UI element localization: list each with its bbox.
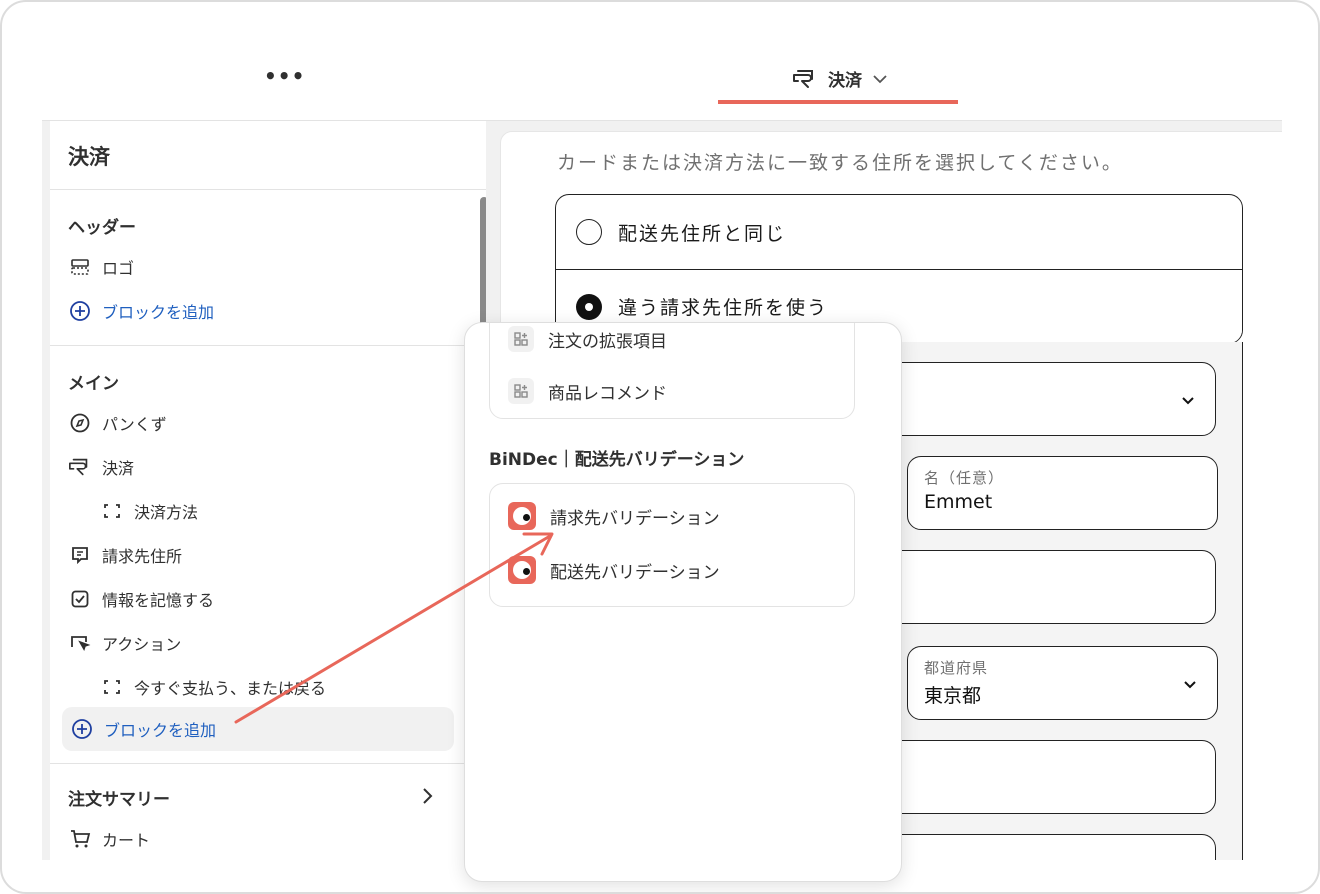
radio-label: 配送先住所と同じ (618, 222, 787, 245)
field-label: 都道府県 (924, 659, 989, 677)
sidebar-item-label: 決済 (102, 459, 135, 478)
sidebar-item-breadcrumb[interactable]: パンくず (68, 409, 167, 437)
sidebar-item-actions[interactable]: アクション (68, 629, 181, 657)
sidebar-item-label: アクション (102, 635, 182, 654)
address-icon (68, 543, 92, 567)
chevron-down-icon (1183, 675, 1197, 694)
checkbox-icon (68, 587, 92, 611)
bindec-app-icon (508, 502, 536, 530)
add-block-popup: 注文の拡張項目 商品レコメンド BiNDec｜配送先バリデーション 請求先バリデ… (464, 322, 902, 882)
billing-address-description: カードまたは決済方法に一致する住所を選択してください。 (557, 152, 1123, 174)
sidebar-item-label: ブロックを追加 (102, 303, 215, 322)
bindec-blocks-card: 請求先バリデーション 配送先バリデーション (489, 483, 855, 607)
field-value: 東京都 (924, 685, 982, 707)
sidebar-item-label: 請求先住所 (102, 547, 183, 566)
block-option-product-recommend[interactable]: 商品レコメンド (508, 378, 667, 404)
sidebar-item-logo[interactable]: ロゴ (68, 253, 134, 281)
sidebar-item-payment-methods[interactable]: 決済方法 (100, 497, 198, 525)
divider (50, 189, 486, 190)
section-heading-main[interactable]: メイン (68, 369, 119, 394)
app-section-title: BiNDec｜配送先バリデーション (489, 450, 745, 470)
add-block-button-main[interactable]: ブロックを追加 (62, 707, 454, 751)
sidebar-item-remember-info[interactable]: 情報を記憶する (68, 585, 214, 613)
block-option-label: 注文の拡張項目 (548, 331, 667, 352)
page-selector[interactable]: 決済 (792, 66, 888, 91)
more-options-button[interactable]: ••• (264, 64, 305, 88)
app-block-icon (508, 378, 534, 404)
block-option-billing-validation[interactable]: 請求先バリデーション (508, 502, 720, 530)
radio-button-checked[interactable] (576, 293, 602, 320)
sidebar-item-label: ロゴ (102, 259, 135, 278)
sidebar-item-cart[interactable]: カート (68, 825, 150, 853)
bindec-app-icon (508, 556, 536, 584)
block-option-label: 配送先バリデーション (550, 562, 720, 583)
payment-hand-icon (792, 69, 818, 89)
block-option-label: 商品レコメンド (548, 383, 667, 404)
section-bracket-icon (100, 499, 124, 523)
divider (50, 763, 486, 764)
divider (50, 345, 486, 346)
first-name-field[interactable]: 名（任意） Emmet (907, 456, 1218, 530)
sidebar-item-label: 決済方法 (134, 503, 199, 522)
sidebar-item-label: 情報を記憶する (102, 591, 215, 610)
sidebar: 決済 ヘッダー ロゴ ブロックを追加 メイン パンくず 決済 決済方法 請求先住… (50, 121, 486, 860)
section-heading-order-summary[interactable]: 注文サマリー (68, 785, 170, 810)
field-value: Emmet (924, 491, 993, 513)
chevron-down-icon (1181, 391, 1195, 410)
sidebar-item-pay-now-or-back[interactable]: 今すぐ支払う、または戻る (100, 673, 326, 701)
add-block-button-header[interactable]: ブロックを追加 (68, 297, 214, 325)
plus-circle-icon (70, 717, 94, 741)
cursor-icon (68, 631, 92, 655)
payment-hand-icon (68, 455, 92, 479)
prefecture-select[interactable]: 都道府県 東京都 (907, 646, 1218, 720)
sidebar-item-label: ブロックを追加 (104, 721, 217, 740)
field-label: 名（任意） (924, 469, 1005, 487)
radio-same-as-shipping[interactable]: 配送先住所と同じ (556, 195, 1242, 269)
logo-block-icon (68, 255, 92, 279)
app-block-icon (508, 326, 534, 352)
section-heading-header[interactable]: ヘッダー (68, 213, 136, 238)
page-selector-label: 決済 (828, 71, 862, 91)
chevron-down-icon (872, 74, 888, 84)
cart-icon (68, 827, 92, 851)
app-window: ••• 決済 決済 ヘッダー ロゴ ブロックを追加 メイン パンくず 決済 決済… (0, 0, 1320, 894)
sidebar-item-label: パンくず (102, 415, 167, 434)
section-bracket-icon (100, 675, 124, 699)
block-option-order-extension[interactable]: 注文の拡張項目 (508, 326, 667, 352)
radio-label: 違う請求先住所を使う (618, 297, 829, 319)
chevron-right-icon[interactable] (422, 787, 434, 809)
active-page-underline (718, 100, 958, 104)
sidebar-title: 決済 (68, 145, 110, 169)
app-blocks-card: 注文の拡張項目 商品レコメンド (489, 323, 855, 419)
compass-icon (68, 411, 92, 435)
sidebar-item-payment[interactable]: 決済 (68, 453, 134, 481)
block-option-shipping-validation[interactable]: 配送先バリデーション (508, 556, 720, 584)
block-option-label: 請求先バリデーション (550, 508, 720, 529)
plus-circle-icon (68, 299, 92, 323)
sidebar-scrollbar[interactable] (480, 197, 486, 337)
sidebar-item-billing-address[interactable]: 請求先住所 (68, 541, 182, 569)
radio-button-unchecked[interactable] (576, 219, 602, 245)
sidebar-item-label: 今すぐ支払う、または戻る (134, 679, 327, 698)
sidebar-item-label: カート (102, 831, 151, 850)
